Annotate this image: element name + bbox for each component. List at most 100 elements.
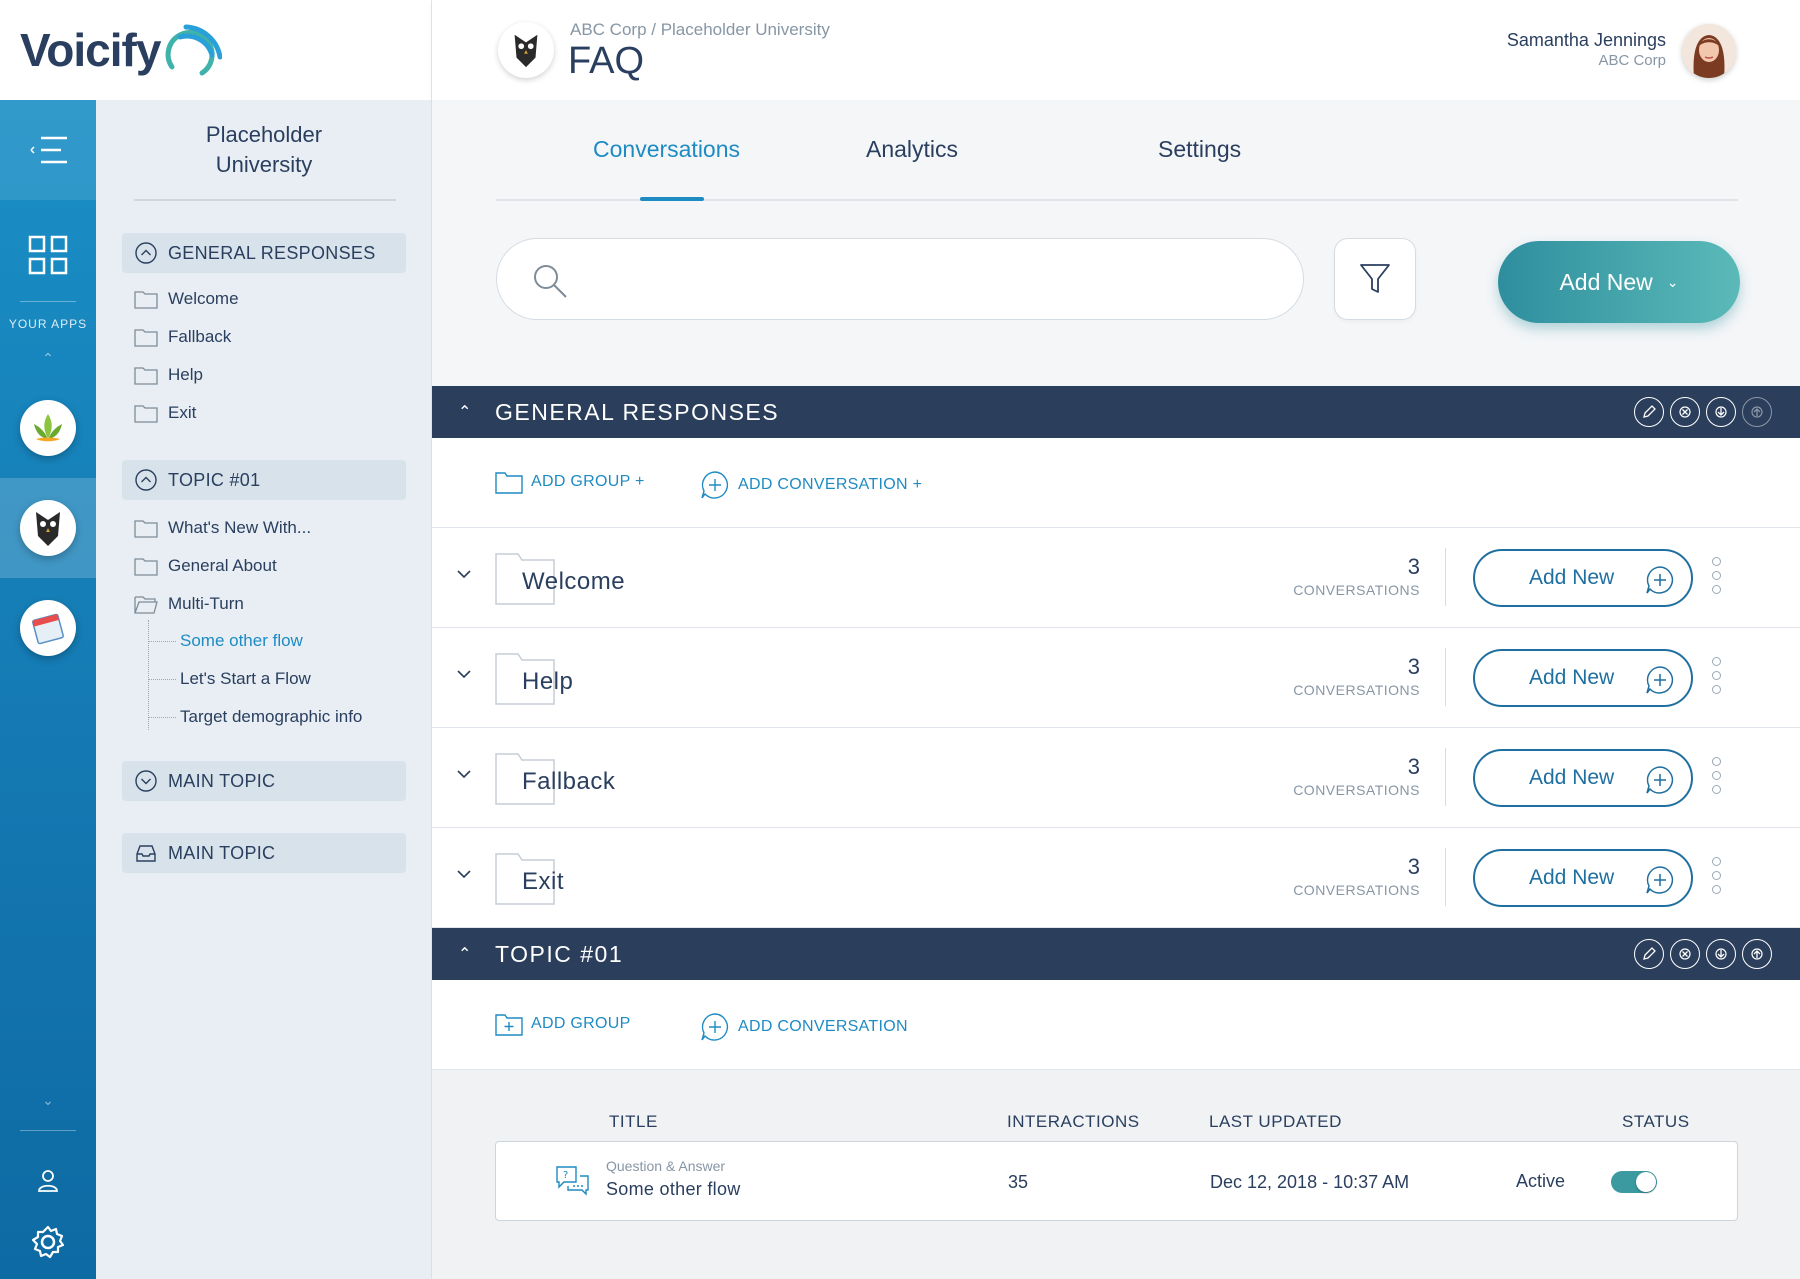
chevron-up-icon[interactable]: ⌃ bbox=[0, 350, 96, 367]
add-group-link[interactable]: ADD GROUP bbox=[495, 1012, 631, 1036]
collapse-circle-icon bbox=[135, 469, 157, 491]
chevron-down-icon[interactable] bbox=[456, 868, 472, 880]
profile-button[interactable] bbox=[0, 1150, 96, 1210]
chevron-down-icon[interactable] bbox=[456, 568, 472, 580]
move-down-icon[interactable] bbox=[1706, 939, 1736, 969]
add-chat-icon bbox=[1646, 766, 1674, 794]
column-header-last-updated[interactable]: LAST UPDATED bbox=[1209, 1112, 1342, 1132]
add-chat-icon bbox=[1646, 866, 1674, 894]
tree-connector bbox=[148, 717, 176, 718]
add-new-conversation-button[interactable]: Add New bbox=[1473, 649, 1693, 707]
sidebar-subitem-some-other-flow[interactable]: Some other flow bbox=[180, 626, 303, 656]
collapse-menu-button[interactable] bbox=[0, 100, 96, 200]
tab-analytics[interactable]: Analytics bbox=[866, 136, 958, 163]
conversation-count: 3 bbox=[1407, 654, 1420, 679]
sidebar-subitem-lets-start-a-flow[interactable]: Let's Start a Flow bbox=[180, 664, 311, 694]
sidebar-subitem-target-demographic[interactable]: Target demographic info bbox=[180, 702, 362, 732]
status-toggle[interactable] bbox=[1611, 1171, 1657, 1193]
rail-divider bbox=[20, 301, 76, 302]
filter-icon bbox=[1360, 264, 1390, 293]
edit-icon[interactable] bbox=[1634, 939, 1664, 969]
add-new-dropdown-button[interactable]: Add New ⌄ bbox=[1498, 241, 1740, 323]
group-row-fallback[interactable]: Fallback 3 CONVERSATIONS Add New bbox=[432, 728, 1800, 828]
group-row-welcome[interactable]: Welcome 3 CONVERSATIONS Add New bbox=[432, 528, 1800, 628]
more-options-icon[interactable] bbox=[1712, 757, 1722, 799]
settings-button[interactable] bbox=[0, 1210, 96, 1274]
delete-icon[interactable] bbox=[1670, 939, 1700, 969]
add-conversation-link[interactable]: ADD CONVERSATION bbox=[700, 1012, 908, 1042]
user-org: ABC Corp bbox=[1598, 52, 1666, 69]
avatar[interactable] bbox=[1682, 24, 1736, 78]
table-row[interactable]: ? Question & Answer Some other flow 35 D… bbox=[495, 1141, 1738, 1221]
your-apps-button[interactable] bbox=[0, 215, 96, 295]
sidebar-group-main-topic-2[interactable]: MAIN TOPIC bbox=[122, 833, 406, 873]
chevron-down-icon[interactable] bbox=[456, 768, 472, 780]
sidebar-item-fallback[interactable]: Fallback bbox=[134, 322, 231, 352]
tab-bar: Conversations Analytics Settings bbox=[496, 100, 1738, 201]
app-calendar[interactable] bbox=[0, 578, 96, 678]
section-add-row: ADD GROUP ADD CONVERSATION bbox=[432, 980, 1800, 1070]
add-new-conversation-button[interactable]: Add New bbox=[1473, 849, 1693, 907]
tab-conversations[interactable]: Conversations bbox=[593, 136, 740, 163]
chevron-down-icon[interactable]: ⌄ bbox=[0, 1092, 96, 1109]
tab-settings[interactable]: Settings bbox=[1158, 136, 1241, 163]
sidebar-item-label: Welcome bbox=[168, 289, 239, 308]
app-lotus[interactable] bbox=[0, 378, 96, 478]
sidebar-item-exit[interactable]: Exit bbox=[134, 398, 196, 428]
move-up-icon[interactable] bbox=[1742, 939, 1772, 969]
sidebar-item-label: Exit bbox=[168, 403, 197, 422]
add-new-conversation-button[interactable]: Add New bbox=[1473, 549, 1693, 607]
sidebar-group-topic-01[interactable]: TOPIC #01 bbox=[122, 460, 406, 500]
column-header-interactions[interactable]: INTERACTIONS bbox=[1007, 1112, 1140, 1132]
chevron-down-icon[interactable] bbox=[456, 668, 472, 680]
add-group-link[interactable]: ADD GROUP + bbox=[495, 470, 645, 494]
sidebar-app-title: Placeholder University bbox=[96, 120, 432, 180]
more-options-icon[interactable] bbox=[1712, 857, 1722, 899]
search-input[interactable] bbox=[581, 259, 1271, 299]
app-rail: YOUR APPS ⌃ ⌄ bbox=[0, 100, 96, 1279]
sidebar-group-label: TOPIC #01 bbox=[168, 469, 261, 490]
section-header-topic-01[interactable]: ⌃ TOPIC #01 bbox=[432, 928, 1800, 980]
add-group-label: ADD GROUP + bbox=[531, 473, 645, 490]
add-new-label: Add New bbox=[1529, 866, 1615, 889]
group-row-exit[interactable]: Exit 3 CONVERSATIONS Add New bbox=[432, 828, 1800, 928]
chevron-up-icon[interactable]: ⌃ bbox=[458, 944, 471, 964]
column-header-title[interactable]: TITLE bbox=[609, 1112, 658, 1132]
tree-connector bbox=[148, 679, 176, 680]
move-down-icon[interactable] bbox=[1706, 397, 1736, 427]
conversation-count-label: CONVERSATIONS bbox=[1293, 582, 1420, 598]
expand-circle-icon bbox=[135, 770, 157, 792]
edit-icon[interactable] bbox=[1634, 397, 1664, 427]
add-conversation-link[interactable]: ADD CONVERSATION + bbox=[700, 470, 922, 500]
breadcrumb[interactable]: ABC Corp / Placeholder University bbox=[570, 20, 830, 40]
brand-name: Voicify bbox=[20, 24, 161, 76]
more-options-icon[interactable] bbox=[1712, 657, 1722, 699]
sidebar-item-label: General About bbox=[168, 556, 277, 575]
inbox-icon bbox=[136, 845, 156, 862]
delete-icon[interactable] bbox=[1670, 397, 1700, 427]
chevron-up-icon[interactable]: ⌃ bbox=[458, 402, 471, 422]
add-new-label: Add New bbox=[1529, 566, 1615, 589]
divider bbox=[1445, 848, 1446, 906]
search-box[interactable] bbox=[496, 238, 1304, 320]
sidebar-item-help[interactable]: Help bbox=[134, 360, 203, 390]
app-university[interactable] bbox=[0, 478, 96, 578]
section-actions bbox=[1634, 939, 1772, 969]
group-row-help[interactable]: Help 3 CONVERSATIONS Add New bbox=[432, 628, 1800, 728]
sidebar-item-welcome[interactable]: Welcome bbox=[134, 284, 239, 314]
more-options-icon[interactable] bbox=[1712, 557, 1722, 599]
sidebar-item-general-about[interactable]: General About bbox=[134, 551, 277, 581]
move-up-icon[interactable] bbox=[1742, 397, 1772, 427]
sidebar-item-whats-new[interactable]: What's New With... bbox=[134, 513, 311, 543]
sidebar-group-general-responses[interactable]: GENERAL RESPONSES bbox=[122, 233, 406, 273]
folder-icon bbox=[134, 291, 158, 309]
conversation-title[interactable]: Some other flow bbox=[606, 1179, 741, 1200]
section-actions bbox=[1634, 397, 1772, 427]
column-header-status[interactable]: STATUS bbox=[1622, 1112, 1690, 1132]
section-header-general-responses[interactable]: ⌃ GENERAL RESPONSES bbox=[432, 386, 1800, 438]
filter-button[interactable] bbox=[1334, 238, 1416, 320]
sidebar-group-main-topic[interactable]: MAIN TOPIC bbox=[122, 761, 406, 801]
conversation-type: Question & Answer bbox=[606, 1158, 726, 1174]
sidebar-item-multi-turn[interactable]: Multi-Turn bbox=[134, 589, 244, 619]
add-new-conversation-button[interactable]: Add New bbox=[1473, 749, 1693, 807]
